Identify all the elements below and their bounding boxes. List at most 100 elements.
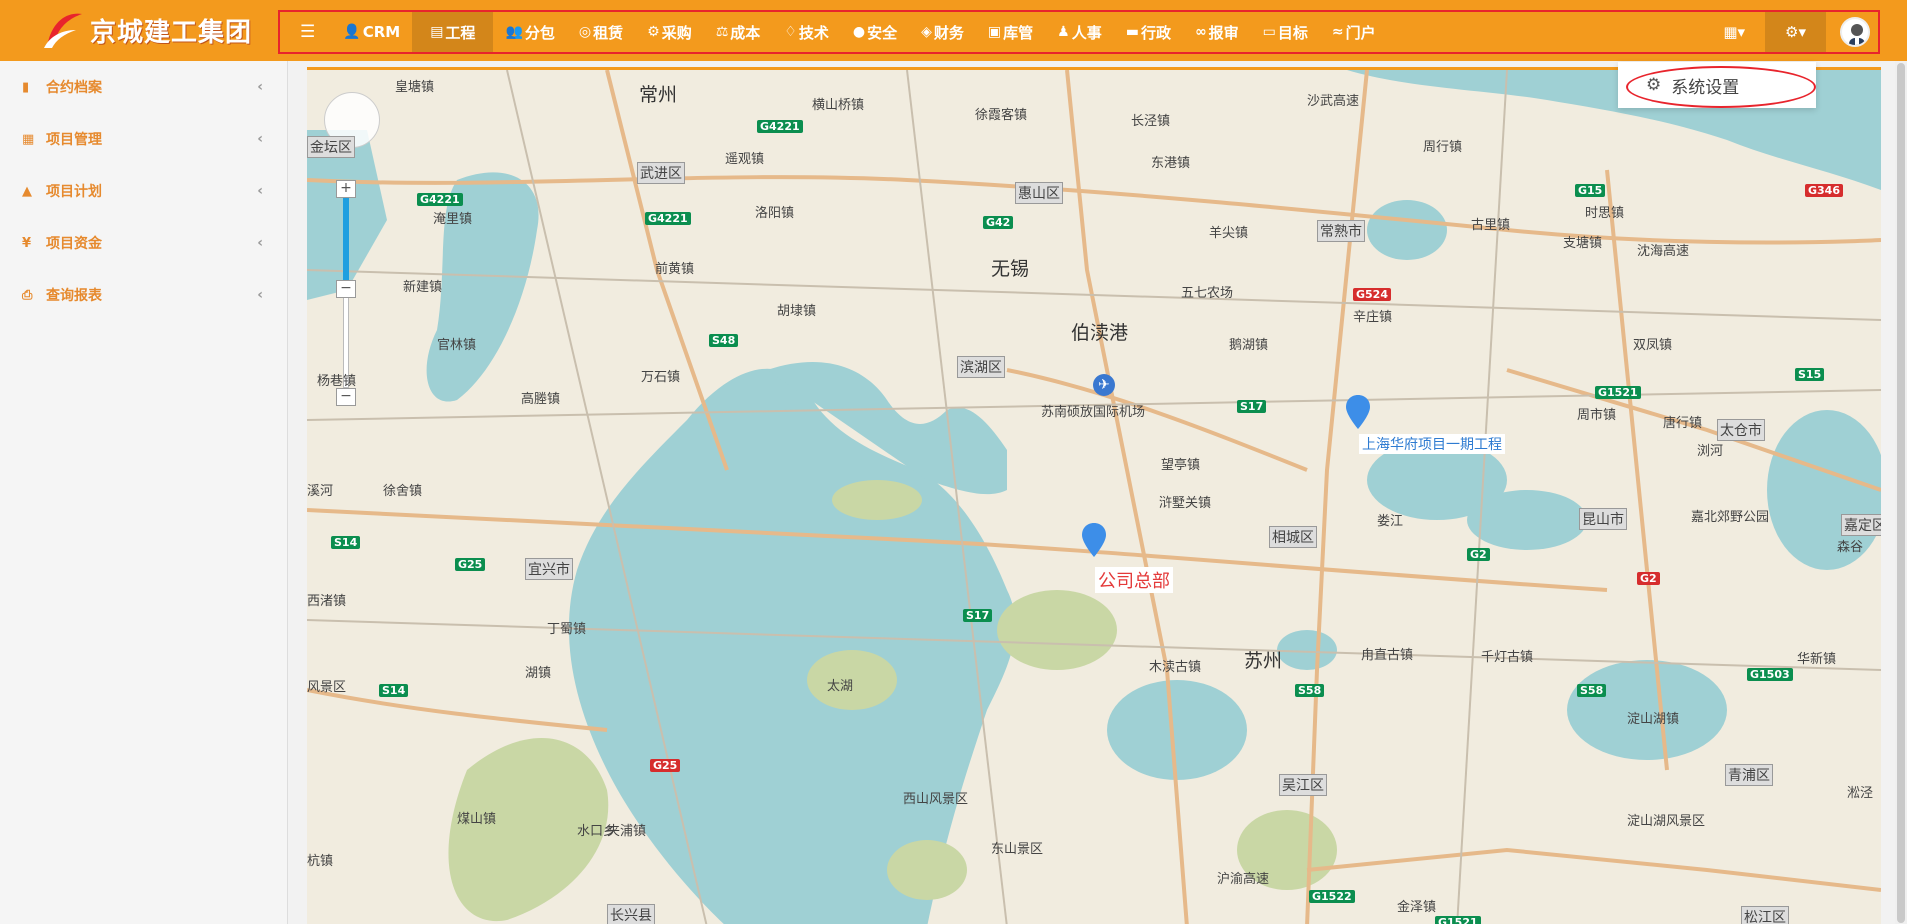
map-place-label: 淀山湖风景区 xyxy=(1627,814,1706,829)
map-place-label: 唐行镇 xyxy=(1663,416,1703,431)
sidebar-item-label: 合约档案 xyxy=(46,80,102,96)
calculator-dropdown[interactable]: ▦▾ xyxy=(1703,12,1765,52)
chevron-left-icon: ‹ xyxy=(257,235,263,251)
desktop-icon: ▭ xyxy=(1262,24,1276,40)
map-place-label: 高塍镇 xyxy=(521,392,561,407)
highway-shield: G1503 xyxy=(1747,668,1793,681)
map-place-label: 浒墅关镇 xyxy=(1159,496,1212,511)
user-avatar[interactable] xyxy=(1840,17,1870,47)
nav-item-portal[interactable]: ≈ 门户 xyxy=(1320,12,1388,52)
page-scrollbar[interactable] xyxy=(1895,61,1907,924)
nav-item-crm[interactable]: 👤 CRM xyxy=(331,12,412,52)
nav-item-engineering[interactable]: ▤ 工程 xyxy=(412,12,494,52)
highway-shield: G1521 xyxy=(1435,916,1481,924)
highlight-ring xyxy=(1626,66,1816,108)
marker-label-project[interactable]: 上海华府项目一期工程 xyxy=(1359,434,1505,454)
highway-shield: S48 xyxy=(709,334,739,347)
marker-label-hq[interactable]: 公司总部 xyxy=(1095,567,1173,593)
highway-shield: G4221 xyxy=(417,193,463,206)
sidebar-item-plan[interactable]: ▲ 项目计划 ‹ xyxy=(0,165,287,217)
map-view[interactable]: + − − 常州 无锡 苏州 太湖 伯渎港 苏南硕放国际机场 皇塘镇 横山桥镇 徐霞客镇 长泾镇 沙… xyxy=(307,67,1881,924)
sidebar-item-contracts[interactable]: ▮ 合约档案 ‹ xyxy=(0,61,287,113)
map-place-label: 古里镇 xyxy=(1471,218,1511,233)
map-place-label: 皇塘镇 xyxy=(395,80,435,95)
highway-shield: G524 xyxy=(1353,288,1391,301)
nav-item-target[interactable]: ▭ 目标 xyxy=(1251,12,1320,52)
nav-label: 工程 xyxy=(445,23,476,42)
map-place-label: 嘉北郊野公园 xyxy=(1691,510,1770,525)
nav-menu-toggle[interactable]: ☰ xyxy=(280,12,331,52)
chevron-left-icon: ‹ xyxy=(257,131,263,147)
map-place-label: 煤山镇 xyxy=(457,812,497,827)
map-place-label: 万石镇 xyxy=(641,370,681,385)
nav-item-review[interactable]: ∞ 报审 xyxy=(1183,12,1251,52)
sidebar-item-funds[interactable]: ¥ 项目资金 ‹ xyxy=(0,217,287,269)
map-place-label: 苏南硕放国际机场 xyxy=(1041,405,1146,420)
map-marker-icon[interactable] xyxy=(1082,523,1106,557)
map-place-label: 羊尖镇 xyxy=(1209,226,1249,241)
zoom-slider-handle[interactable]: − xyxy=(336,280,356,298)
map-place-label: 长泾镇 xyxy=(1131,114,1171,129)
nav-label: CRM xyxy=(362,23,401,41)
map-place-label: 胡埭镇 xyxy=(777,304,817,319)
nav-item-purchase[interactable]: ⚙ 采购 xyxy=(635,12,704,52)
scrollbar-thumb[interactable] xyxy=(1897,63,1905,923)
highway-shield: S58 xyxy=(1295,684,1325,697)
nav-label: 门户 xyxy=(1345,23,1376,42)
map-marker-icon[interactable] xyxy=(1346,395,1370,429)
map-place-label: 周市镇 xyxy=(1577,408,1617,423)
map-district-label: 太仓市 xyxy=(1717,419,1765,441)
sidebar-item-label: 项目管理 xyxy=(46,132,102,148)
chevron-left-icon: ‹ xyxy=(257,79,263,95)
sidebar-item-reports[interactable]: ⎙ 查询报表 ‹ xyxy=(0,269,287,321)
nav-label: 库管 xyxy=(1003,23,1034,42)
cogs-icon: ⚙▾ xyxy=(1785,23,1806,41)
nav-item-safety[interactable]: ● 安全 xyxy=(841,12,909,52)
nav-label: 人事 xyxy=(1071,23,1102,42)
highway-shield: G25 xyxy=(455,558,486,571)
map-district-label: 嘉定区 xyxy=(1841,514,1881,536)
sidebar: ▮ 合约档案 ‹ ▦ 项目管理 ‹ ▲ 项目计划 ‹ ¥ 项目资金 ‹ ⎙ 查询… xyxy=(0,61,288,924)
nav-item-warehouse[interactable]: ▣ 库管 xyxy=(976,12,1045,52)
map-place-label: 横山桥镇 xyxy=(812,98,865,113)
map-place-label: 娄江 xyxy=(1377,514,1404,529)
nav-label: 行政 xyxy=(1140,23,1171,42)
highway-shield: G42 xyxy=(983,216,1014,229)
nav-item-admin[interactable]: ▬ 行政 xyxy=(1114,12,1183,52)
sidebar-item-label: 查询报表 xyxy=(46,288,102,304)
pin-icon: ♢ xyxy=(784,24,797,40)
sidebar-item-projects[interactable]: ▦ 项目管理 ‹ xyxy=(0,113,287,165)
nav-label: 安全 xyxy=(867,23,898,42)
map-place-label: 木渎古镇 xyxy=(1149,660,1202,675)
nav-item-subcontract[interactable]: 👥 分包 xyxy=(493,12,566,52)
nav-label: 目标 xyxy=(1277,23,1308,42)
map-place-label: 沙武高速 xyxy=(1307,94,1360,109)
company-logo[interactable]: 京城建工集团 xyxy=(40,8,252,52)
sidebar-item-label: 项目计划 xyxy=(46,184,102,200)
settings-dropdown[interactable]: ⚙▾ xyxy=(1765,12,1826,52)
highway-shield: S58 xyxy=(1577,684,1607,697)
map-district-label: 长兴县 xyxy=(607,904,655,924)
keyboard-icon: ▬ xyxy=(1125,24,1139,40)
nav-item-tech[interactable]: ♢ 技术 xyxy=(772,12,841,52)
nav-label: 租赁 xyxy=(593,23,624,42)
rss-icon: ≈ xyxy=(1331,24,1344,40)
chevron-left-icon: ‹ xyxy=(257,183,263,199)
map-place-label: 淞泾 xyxy=(1847,786,1874,801)
map-place-label: 淹里镇 xyxy=(433,212,473,227)
nav-item-cost[interactable]: ⚖ 成本 xyxy=(704,12,773,52)
map-place-label: 甪直古镇 xyxy=(1361,648,1414,663)
map-place-label: 溪河 xyxy=(307,484,334,499)
nav-item-finance[interactable]: ◈ 财务 xyxy=(909,12,976,52)
map-district-label: 吴江区 xyxy=(1279,774,1327,796)
system-settings-item[interactable]: ⚙ 系统设置 xyxy=(1626,66,1816,108)
zoom-in-button[interactable]: + xyxy=(336,180,356,198)
highway-shield: G2 xyxy=(1637,572,1660,585)
zoom-out-button[interactable]: − xyxy=(336,388,356,406)
map-district-label: 武进区 xyxy=(637,162,685,184)
main-nav: ☰ 👤 CRM ▤ 工程 👥 分包 ◎ 租赁 ⚙ 采购 ⚖ 成本 ♢ 技术 ● … xyxy=(278,10,1880,54)
nav-item-hr[interactable]: ♟ 人事 xyxy=(1045,12,1114,52)
nav-item-lease[interactable]: ◎ 租赁 xyxy=(567,12,635,52)
map-place-label: 湖镇 xyxy=(525,666,552,681)
map-place-label: 华新镇 xyxy=(1797,652,1837,667)
